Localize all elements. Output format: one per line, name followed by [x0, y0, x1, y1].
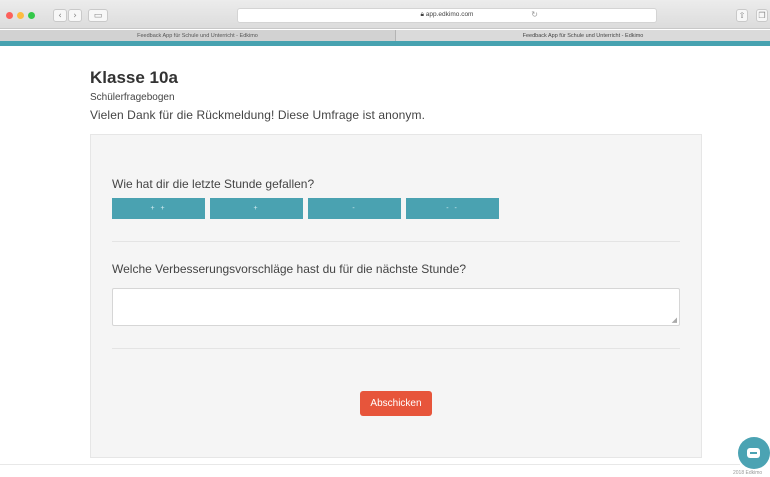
- rating-bad-button[interactable]: -: [308, 198, 401, 219]
- footer-divider: [0, 464, 740, 465]
- share-icon: ⇧: [738, 11, 746, 20]
- rating-very-good-button[interactable]: + +: [112, 198, 205, 219]
- tabs-overview-button[interactable]: ❐: [756, 9, 768, 22]
- copyright-text: 2018 Edkimo: [733, 470, 763, 476]
- survey-card: Wie hat dir die letzte Stunde gefallen? …: [90, 134, 702, 458]
- suggestions-textarea[interactable]: ◢: [112, 288, 680, 326]
- sidebar-icon: ▭: [93, 10, 103, 21]
- page-content: Klasse 10a Schülerfragebogen Vielen Dank…: [0, 46, 770, 477]
- share-button[interactable]: ⇧: [736, 9, 748, 22]
- reload-icon[interactable]: ↻: [531, 10, 538, 19]
- chevron-left-icon: ‹: [58, 10, 62, 21]
- close-window-button[interactable]: [6, 12, 13, 19]
- chat-icon: [747, 448, 760, 458]
- tab-edkimo-1[interactable]: Feedback App für Schule und Unterricht -…: [0, 30, 396, 41]
- tab-bar: Feedback App für Schule und Unterricht -…: [0, 30, 770, 41]
- browser-toolbar: ‹ › ▭ 🔒︎ app.edkimo.com ↻ ⇧ ❐: [0, 0, 770, 29]
- resize-handle-icon[interactable]: ◢: [672, 316, 677, 324]
- lock-icon: 🔒︎: [420, 11, 424, 18]
- address-bar[interactable]: 🔒︎ app.edkimo.com ↻: [237, 8, 657, 23]
- question-rating-label: Wie hat dir die letzte Stunde gefallen?: [112, 177, 315, 191]
- divider: [112, 241, 680, 242]
- window-controls: [6, 12, 35, 19]
- divider: [112, 348, 680, 349]
- url-text: 🔒︎ app.edkimo.com: [420, 11, 474, 18]
- tab-edkimo-2[interactable]: Feedback App für Schule und Unterricht -…: [396, 30, 770, 41]
- back-button[interactable]: ‹: [53, 9, 67, 22]
- page-title: Klasse 10a: [90, 68, 178, 87]
- chevron-right-icon: ›: [73, 10, 77, 21]
- page-subtitle: Schülerfragebogen: [90, 92, 175, 103]
- rating-good-button[interactable]: +: [210, 198, 303, 219]
- chat-button[interactable]: [738, 437, 770, 469]
- question-suggestions-label: Welche Verbesserungsvorschläge hast du f…: [112, 262, 466, 276]
- zoom-window-button[interactable]: [28, 12, 35, 19]
- rating-button-group: + + + - - -: [112, 198, 499, 219]
- submit-button[interactable]: Abschicken: [360, 391, 432, 416]
- tabs-icon: ❐: [758, 11, 766, 20]
- sidebar-button[interactable]: ▭: [88, 9, 108, 22]
- rating-very-bad-button[interactable]: - -: [406, 198, 499, 219]
- intro-text: Vielen Dank für die Rückmeldung! Diese U…: [90, 108, 426, 122]
- minimize-window-button[interactable]: [17, 12, 24, 19]
- forward-button[interactable]: ›: [68, 9, 82, 22]
